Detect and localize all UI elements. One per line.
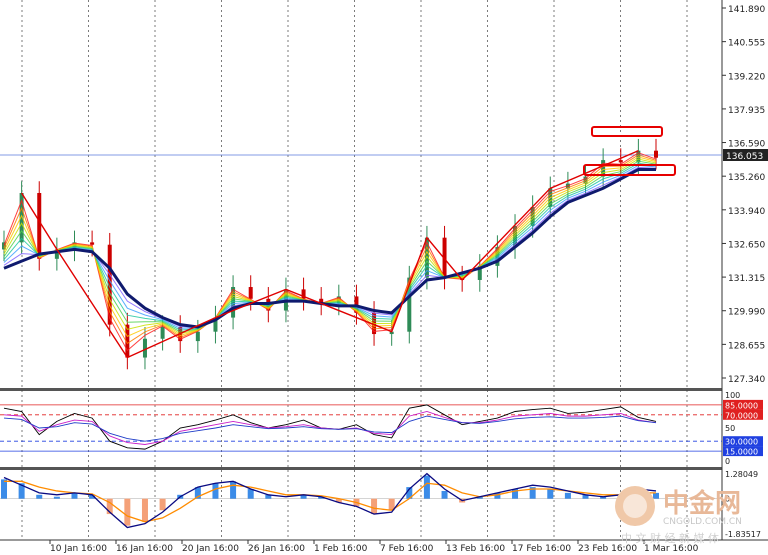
price-tick-label: 136.590	[728, 140, 765, 150]
watermark-domain: CNGOLD.COM.CN	[663, 517, 742, 527]
price-tick-label: 133.940	[728, 207, 765, 217]
watermark-brand: 中金网	[663, 488, 741, 519]
time-tick-label: 17 Feb 16:00	[512, 544, 571, 554]
candle-body	[248, 287, 253, 299]
macd-histogram-bar	[36, 494, 43, 499]
osc-tick-label: 50	[725, 424, 735, 433]
osc-level-label: 85.0000	[725, 401, 758, 410]
time-tick-label: 20 Jan 16:00	[182, 544, 239, 554]
macd-histogram-bar	[230, 481, 237, 499]
price-tick-label: 129.990	[728, 308, 765, 318]
osc-level-label: 70.0000	[725, 411, 758, 420]
candle-body	[142, 338, 147, 358]
time-tick-label: 1 Feb 16:00	[314, 544, 368, 554]
price-tick-label: 137.935	[728, 106, 765, 116]
price-tick-label: 131.315	[728, 274, 765, 284]
macd-histogram-bar	[423, 475, 430, 499]
macd-histogram-bar	[1, 479, 7, 499]
time-tick-label: 7 Feb 16:00	[380, 544, 434, 554]
candle-body	[160, 326, 165, 339]
price-tick-label: 139.220	[728, 72, 765, 82]
macd-histogram-bar	[247, 489, 254, 499]
price-tick-label: 127.340	[728, 375, 765, 385]
price-tick-label: 135.260	[728, 173, 765, 183]
time-tick-label: 13 Feb 16:00	[446, 544, 505, 554]
price-tick-label: 140.555	[728, 39, 765, 49]
time-tick-label: 10 Jan 16:00	[50, 544, 107, 554]
panel-separator	[0, 388, 722, 391]
price-tick-label: 128.655	[728, 341, 765, 351]
candle-body	[90, 242, 95, 245]
candle-body	[195, 331, 200, 342]
osc-tick-label: 0	[725, 457, 730, 466]
macd-histogram-bar	[547, 489, 554, 499]
watermark-tagline: 中 文 财 经 新 媒 体	[621, 531, 719, 545]
candle-body	[618, 160, 623, 163]
macd-histogram-bar	[124, 498, 131, 526]
candle-body	[654, 150, 658, 158]
time-tick-label: 16 Jan 16:00	[116, 544, 173, 554]
macd-histogram-bar	[441, 490, 448, 499]
panel-separator	[0, 467, 722, 470]
price-tick-label: 141.890	[728, 5, 765, 15]
macd-histogram-bar	[371, 498, 378, 515]
macd-histogram-bar	[212, 483, 219, 499]
price-tick-label: 132.650	[728, 240, 765, 250]
macd-histogram-bar	[159, 498, 166, 511]
watermark: 中金网 CNGOLD.COM.CN 中 文 财 经 新 媒 体	[611, 478, 763, 548]
macd-histogram-bar	[564, 492, 571, 499]
osc-tick-label: 100	[725, 391, 740, 400]
candle-body	[37, 193, 42, 259]
macd-histogram-bar	[53, 496, 60, 499]
macd-histogram-bar	[141, 498, 148, 522]
osc-level-label: 30.0000	[725, 438, 758, 447]
trading-chart[interactable]: 85.000070.000030.000015.0000100500 1.280…	[0, 0, 768, 555]
osc-level-label: 15.0000	[725, 448, 758, 457]
time-tick-label: 26 Jan 16:00	[248, 544, 305, 554]
current-price-label: 136.053	[726, 152, 763, 162]
